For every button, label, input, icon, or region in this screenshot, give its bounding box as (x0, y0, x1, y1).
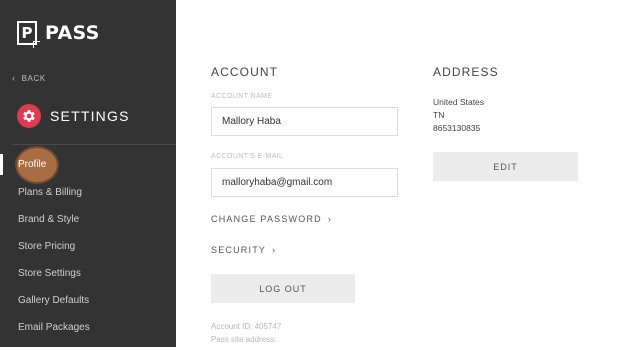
security-label: SECURITY (211, 245, 267, 255)
settings-header: SETTINGS (17, 104, 130, 128)
gear-icon (17, 104, 41, 128)
pass-logo[interactable]: P PASS (17, 21, 100, 48)
account-id: Account ID: 405747 (211, 322, 282, 331)
settings-nav: Profile Plans & Billing Brand & Style St… (0, 148, 176, 341)
chevron-right-icon: › (327, 214, 333, 224)
sidebar-item-label: Profile (18, 159, 47, 170)
logo-mark: P (17, 21, 40, 48)
address-country: United States (433, 97, 485, 107)
sidebar-item-label: Store Settings (18, 268, 81, 279)
sidebar-item-profile[interactable]: Profile (0, 148, 176, 182)
security-link[interactable]: SECURITY › (211, 245, 276, 255)
sidebar-item-label: Brand & Style (18, 214, 80, 225)
sidebar-item-label: Plans & Billing (18, 187, 82, 198)
change-password-label: CHANGE PASSWORD (211, 214, 322, 224)
account-email-label: ACCOUNT'S E-MAIL (211, 153, 284, 160)
chevron-right-icon: › (272, 245, 277, 255)
sidebar-item-email-packages[interactable]: Email Packages (0, 314, 176, 341)
sidebar-item-label: Email Packages (18, 322, 90, 333)
account-name-input[interactable] (211, 107, 398, 136)
back-label: BACK (21, 73, 46, 83)
chevron-left-icon: ‹ (12, 73, 16, 83)
sidebar-item-plans-billing[interactable]: Plans & Billing (0, 179, 176, 206)
pass-site-address: Pass site address: (211, 335, 277, 344)
account-title: ACCOUNT (211, 65, 279, 79)
main-content: ACCOUNT ACCOUNT NAME ACCOUNT'S E-MAIL CH… (176, 0, 619, 347)
logout-button[interactable]: LOG OUT (211, 274, 355, 303)
logo-text: PASS (45, 22, 100, 44)
edit-address-button[interactable]: EDIT (433, 152, 578, 181)
address-title: ADDRESS (433, 65, 499, 79)
sidebar-item-label: Store Pricing (18, 241, 76, 252)
sidebar-item-gallery-defaults[interactable]: Gallery Defaults (0, 287, 176, 314)
address-state: TN (433, 110, 445, 120)
back-link[interactable]: ‹ BACK (12, 73, 46, 83)
sidebar-item-store-pricing[interactable]: Store Pricing (0, 233, 176, 260)
settings-title: SETTINGS (50, 108, 130, 124)
active-indicator (0, 154, 3, 175)
change-password-link[interactable]: CHANGE PASSWORD › (211, 214, 332, 224)
sidebar-item-brand-style[interactable]: Brand & Style (0, 206, 176, 233)
account-email-input[interactable] (211, 168, 398, 197)
sidebar-item-label: Gallery Defaults (18, 295, 90, 306)
sidebar-item-store-settings[interactable]: Store Settings (0, 260, 176, 287)
sidebar: P PASS ‹ BACK SETTINGS Profile Plans & B… (0, 0, 176, 347)
address-phone: 8653130835 (433, 123, 481, 133)
sidebar-divider (12, 144, 176, 145)
account-name-label: ACCOUNT NAME (211, 93, 273, 100)
